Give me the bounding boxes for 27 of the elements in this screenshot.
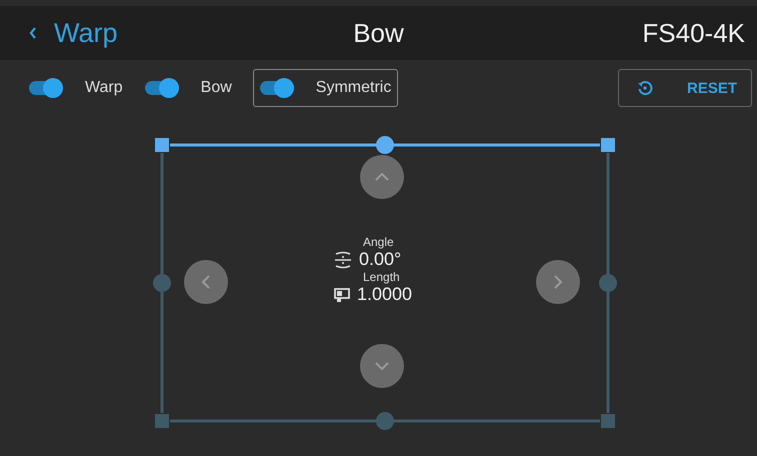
- down-arrow-button[interactable]: [360, 344, 404, 388]
- up-arrow-button[interactable]: [360, 155, 404, 199]
- toggle-switch[interactable]: [260, 81, 294, 95]
- page-title: Bow: [353, 18, 404, 48]
- corner-handle[interactable]: [155, 138, 169, 152]
- corner-handle[interactable]: [155, 414, 169, 428]
- toggle-switch[interactable]: [29, 81, 63, 95]
- right-arrow-button[interactable]: [536, 260, 580, 304]
- reset-button[interactable]: RESET: [618, 69, 752, 107]
- corner-handle[interactable]: [601, 138, 615, 152]
- back-button[interactable]: Warp: [28, 18, 118, 48]
- screen-icon: [333, 286, 351, 304]
- length-label: Length: [363, 270, 400, 284]
- corner-handle[interactable]: [601, 414, 615, 428]
- frame-edge[interactable]: [170, 136, 600, 154]
- length-value: 1.0000: [357, 284, 412, 305]
- toggle-button[interactable]: Symmetric: [252, 69, 398, 107]
- angle-label: Angle: [363, 235, 394, 249]
- angle-value: 0.00°: [359, 249, 402, 270]
- toggle-switch[interactable]: [144, 81, 179, 95]
- toggle-button[interactable]: Bow: [138, 69, 241, 107]
- left-arrow-button[interactable]: [184, 260, 228, 304]
- angle-icon: [333, 250, 353, 270]
- reset-icon: [636, 80, 653, 96]
- back-icon: [28, 26, 38, 40]
- toggle-button[interactable]: Warp: [22, 69, 132, 107]
- model-name: FS40-4K: [642, 18, 745, 48]
